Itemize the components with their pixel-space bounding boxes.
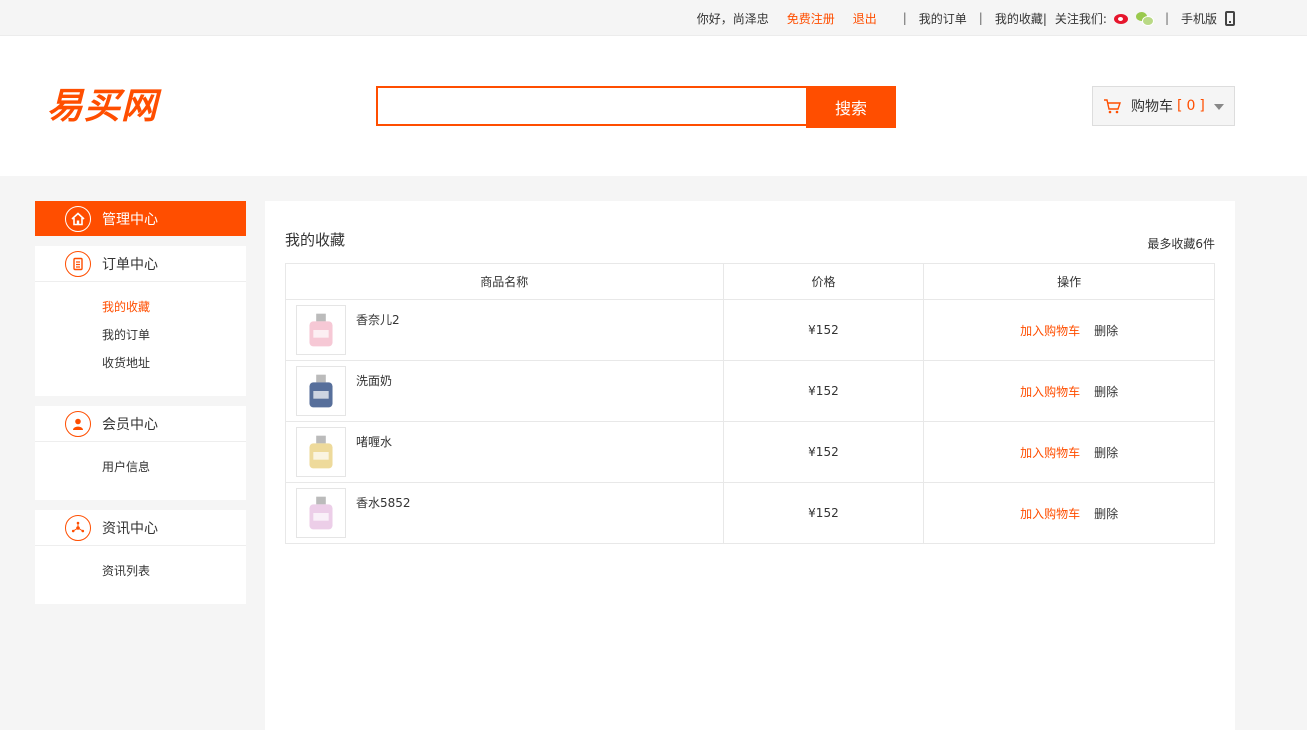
sidebar-admin: 管理中心 bbox=[35, 201, 246, 236]
home-icon bbox=[65, 205, 91, 232]
sidebar-section-label: 资讯中心 bbox=[102, 520, 158, 537]
cart-button[interactable]: 购物车 [ 0 ] bbox=[1092, 86, 1235, 126]
divider: | bbox=[1164, 11, 1169, 25]
cart-label: 购物车 bbox=[1131, 99, 1173, 115]
sidebar-item-label: 管理中心 bbox=[102, 211, 158, 228]
table-row: 洗面奶 ¥152 加入购物车 删除 bbox=[285, 360, 1215, 422]
column-header-name: 商品名称 bbox=[285, 263, 724, 300]
product-thumbnail[interactable] bbox=[296, 488, 346, 538]
user-icon bbox=[65, 410, 91, 437]
divider: | bbox=[978, 11, 983, 25]
sidebar-section-label: 订单中心 bbox=[102, 256, 158, 273]
product-thumbnail[interactable] bbox=[296, 366, 346, 416]
actions-cell: 加入购物车 删除 bbox=[923, 360, 1215, 422]
add-to-cart-link[interactable]: 加入购物车 bbox=[1020, 446, 1080, 460]
follow-us-label: 关注我们: bbox=[1054, 11, 1107, 26]
sidebar-item-my-orders[interactable]: 我的订单 bbox=[102, 324, 246, 352]
product-cell: 香奈儿2 bbox=[285, 299, 724, 361]
product-thumbnail[interactable] bbox=[296, 305, 346, 355]
sidebar-section-orders: 订单中心 bbox=[35, 246, 246, 282]
top-bar: 你好，尚泽忠 免费注册 退出 | 我的订单 | 我的收藏| 关注我们: | 手机… bbox=[0, 0, 1307, 36]
table-header-row: 商品名称 价格 操作 bbox=[285, 263, 1215, 300]
logout-link[interactable]: 退出 bbox=[853, 10, 877, 27]
my-favorites-link[interactable]: 我的收藏| bbox=[995, 10, 1047, 27]
delete-link[interactable]: 删除 bbox=[1094, 385, 1118, 399]
sidebar-member: 会员中心 用户信息 bbox=[35, 406, 246, 500]
divider: | bbox=[902, 11, 907, 25]
search-input[interactable] bbox=[376, 86, 808, 126]
document-icon bbox=[65, 250, 91, 277]
sidebar-section-member: 会员中心 bbox=[35, 406, 246, 442]
favorites-table: 商品名称 价格 操作 香奈儿2 ¥152 加入购物车 删除 洗面奶 ¥152 加入购物车 删除… bbox=[285, 263, 1215, 544]
search-button[interactable]: 搜索 bbox=[806, 86, 896, 128]
favorites-panel: 我的收藏 最多收藏6件 商品名称 价格 操作 香奈儿2 ¥152 加入购物车 删除 洗面… bbox=[265, 201, 1235, 730]
product-name[interactable]: 洗面奶 bbox=[356, 372, 392, 389]
column-header-price: 价格 bbox=[722, 263, 925, 300]
product-thumbnail[interactable] bbox=[296, 427, 346, 477]
product-name[interactable]: 香奈儿2 bbox=[356, 311, 400, 328]
cart-count: 0 bbox=[1186, 98, 1196, 114]
actions-cell: 加入购物车 删除 bbox=[923, 482, 1215, 544]
product-name[interactable]: 香水5852 bbox=[356, 494, 411, 511]
share-icon bbox=[65, 514, 91, 541]
product-image bbox=[309, 374, 333, 408]
favorites-limit-note: 最多收藏6件 bbox=[1147, 237, 1215, 251]
sidebar-orders: 订单中心 我的收藏 我的订单 收货地址 bbox=[35, 246, 246, 396]
add-to-cart-link[interactable]: 加入购物车 bbox=[1020, 324, 1080, 338]
product-price: ¥152 bbox=[722, 421, 925, 483]
product-image bbox=[309, 313, 333, 347]
product-price: ¥152 bbox=[722, 482, 925, 544]
delete-link[interactable]: 删除 bbox=[1094, 324, 1118, 338]
sidebar-news: 资讯中心 资讯列表 bbox=[35, 510, 246, 604]
page-title: 我的收藏 bbox=[285, 231, 346, 249]
actions-cell: 加入购物车 删除 bbox=[923, 421, 1215, 483]
weibo-icon[interactable] bbox=[1113, 11, 1130, 25]
header: 易买网 搜索 购物车 [ 0 ] bbox=[0, 36, 1307, 176]
delete-link[interactable]: 删除 bbox=[1094, 507, 1118, 521]
product-cell: 啫喱水 bbox=[285, 421, 724, 483]
sidebar-item-address[interactable]: 收货地址 bbox=[102, 352, 246, 380]
sidebar-section-news: 资讯中心 bbox=[35, 510, 246, 546]
chevron-down-icon bbox=[1214, 104, 1224, 110]
product-price: ¥152 bbox=[722, 299, 925, 361]
my-orders-link[interactable]: 我的订单 bbox=[919, 10, 967, 27]
sidebar-item-favorites[interactable]: 我的收藏 bbox=[102, 296, 246, 324]
product-name[interactable]: 啫喱水 bbox=[356, 433, 392, 450]
mobile-link[interactable]: 手机版 bbox=[1181, 10, 1217, 27]
column-header-actions: 操作 bbox=[923, 263, 1215, 300]
product-image bbox=[309, 496, 333, 530]
product-price: ¥152 bbox=[722, 360, 925, 422]
cart-bracket: [ bbox=[1177, 98, 1183, 114]
table-row: 啫喱水 ¥152 加入购物车 删除 bbox=[285, 421, 1215, 483]
table-row: 香奈儿2 ¥152 加入购物车 删除 bbox=[285, 299, 1215, 361]
search-bar: 搜索 bbox=[376, 86, 896, 128]
add-to-cart-link[interactable]: 加入购物车 bbox=[1020, 385, 1080, 399]
cart-icon bbox=[1104, 99, 1121, 114]
product-cell: 洗面奶 bbox=[285, 360, 724, 422]
add-to-cart-link[interactable]: 加入购物车 bbox=[1020, 507, 1080, 521]
wechat-icon[interactable] bbox=[1135, 11, 1154, 26]
cart-bracket: ] bbox=[1199, 98, 1205, 114]
greeting-text: 你好，尚泽忠 bbox=[696, 11, 769, 26]
phone-icon bbox=[1225, 10, 1235, 26]
table-row: 香水5852 ¥152 加入购物车 删除 bbox=[285, 482, 1215, 544]
delete-link[interactable]: 删除 bbox=[1094, 446, 1118, 460]
site-logo[interactable]: 易买网 bbox=[47, 84, 158, 128]
sidebar-section-label: 会员中心 bbox=[102, 416, 158, 433]
actions-cell: 加入购物车 删除 bbox=[923, 299, 1215, 361]
sidebar-item-news-list[interactable]: 资讯列表 bbox=[102, 560, 246, 588]
product-image bbox=[309, 435, 333, 469]
product-cell: 香水5852 bbox=[285, 482, 724, 544]
sidebar-item-admin[interactable]: 管理中心 bbox=[35, 201, 246, 236]
sidebar-item-user-info[interactable]: 用户信息 bbox=[102, 456, 246, 484]
register-link[interactable]: 免费注册 bbox=[787, 10, 835, 27]
